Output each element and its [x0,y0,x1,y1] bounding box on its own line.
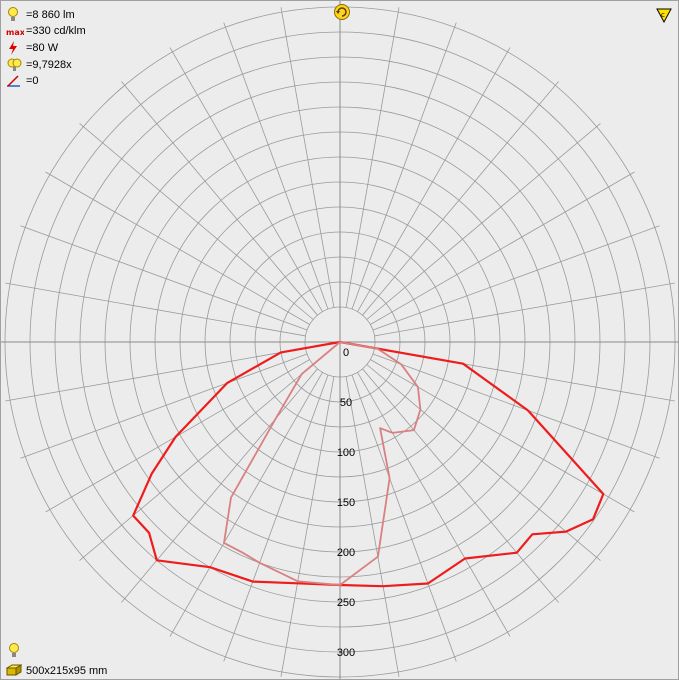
polar-diagram-panel: 0 50 100 150 200 250 300 =8 860 lm max =330 cd… [0,0,679,680]
intensity-curve-c90-c270 [223,341,422,586]
power-row: =80 W [6,40,58,56]
max-intensity-value: =330 cd/klm [26,25,86,37]
svg-text:max: max [6,28,24,37]
factor-value: =9,7928x [26,59,72,71]
tilt-angle-icon [6,73,24,89]
grid-spoke [357,372,511,637]
luminous-flux-value: =8 860 lm [26,9,75,21]
radial-tick-label: 100 [337,447,355,459]
grid-spoke [45,171,310,325]
dimensions-value: 500x215x95 mm [26,665,108,677]
box-icon [5,663,24,679]
bulb-icon [7,643,21,664]
tilt-row: =0 [6,73,39,89]
max-intensity-row: max =330 cd/klm [6,23,86,39]
luminous-flux-row: =8 860 lm [6,7,75,23]
rotate-icon[interactable] [333,3,351,26]
grid-spoke [370,171,635,325]
tilt-value: =0 [26,75,39,87]
intensity-curve-c0-c180 [132,340,605,588]
max-intensity-icon: max [6,23,26,39]
grid-spoke [169,372,323,637]
radial-tick-label: 250 [337,597,355,609]
lamp-icon [6,7,24,23]
radial-tick-label: 150 [337,497,355,509]
luminaire-symbol-icon[interactable]: c [656,7,672,28]
svg-text:c: c [661,11,665,19]
radial-tick-label: 300 [337,647,355,659]
factor-row: =9,7928x [6,57,72,73]
lightning-icon [6,40,24,56]
intensity-curves [132,340,605,588]
grid-spoke [370,359,635,513]
radial-tick-label: 200 [337,547,355,559]
polar-grid [1,1,678,679]
polar-plot: 0 50 100 150 200 250 300 [1,1,678,679]
power-value: =80 W [26,42,59,54]
grid-spoke [357,47,511,312]
dimensions-row: 500x215x95 mm [5,663,108,679]
multi-lamp-icon [6,57,24,73]
grid-spoke [169,47,323,312]
radial-tick-label: 0 [343,347,349,359]
radial-tick-label: 50 [340,397,352,409]
